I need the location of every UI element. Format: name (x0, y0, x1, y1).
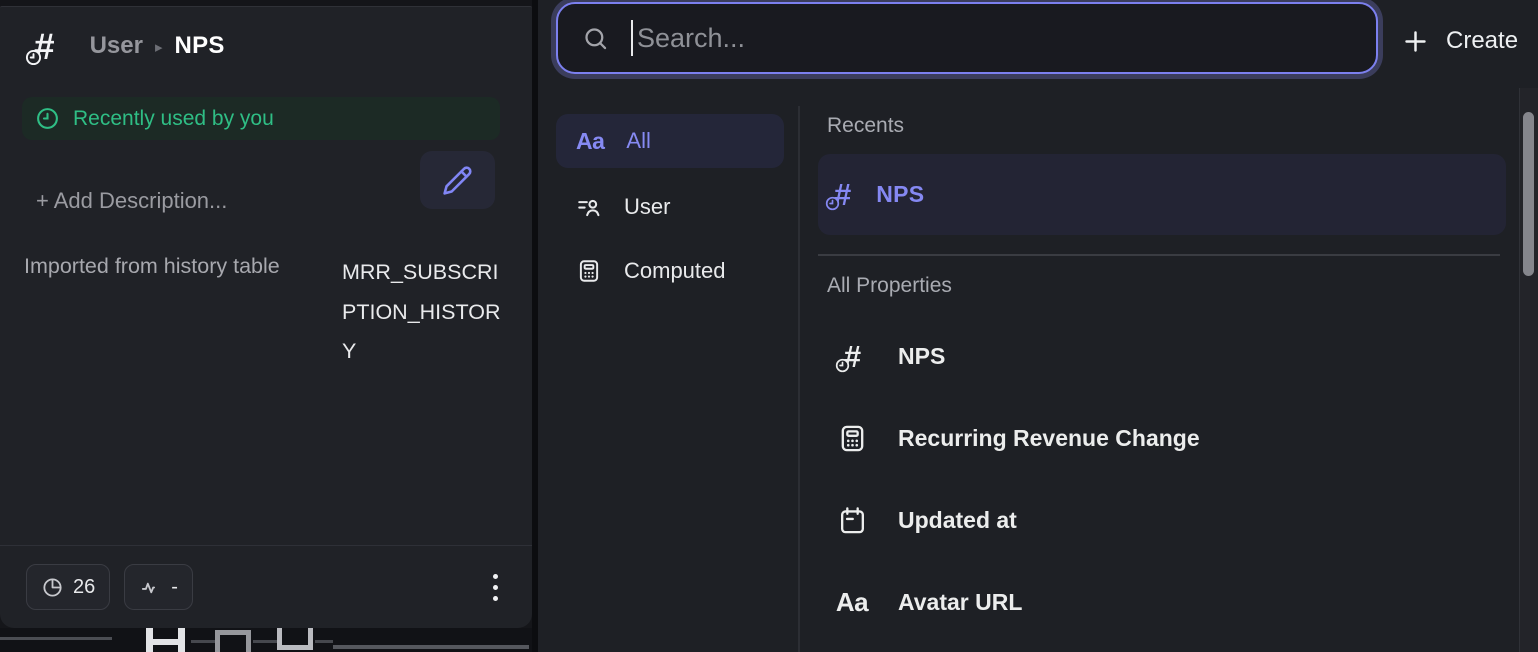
text-format-icon: Aa (576, 128, 604, 155)
user-list-icon (576, 194, 602, 220)
property-item-recurring-revenue-change[interactable]: Recurring Revenue Change (818, 397, 1506, 479)
clock-icon (35, 106, 60, 131)
property-item-label: Recurring Revenue Change (898, 425, 1200, 452)
tab-computed[interactable]: Computed (556, 244, 784, 298)
search-icon (582, 25, 609, 52)
pie-chart-icon (41, 576, 64, 599)
count-value: 26 (73, 576, 95, 599)
property-item-label: Avatar URL (898, 589, 1022, 616)
breadcrumb: User ▸ NPS (90, 32, 225, 60)
property-item-label: NPS (898, 343, 945, 370)
text-format-icon: Aa (836, 587, 868, 618)
tab-all[interactable]: Aa All (556, 114, 784, 168)
trend-chip[interactable]: - (124, 564, 193, 610)
number-property-time-icon: # (834, 179, 850, 210)
panel-header: # User ▸ NPS (34, 17, 225, 75)
scrollbar-thumb[interactable] (1523, 112, 1534, 276)
tab-label: Computed (624, 258, 726, 284)
page-title: NPS (174, 32, 224, 60)
property-item-label: Updated at (898, 507, 1017, 534)
trend-value: - (171, 576, 178, 599)
recently-used-badge: Recently used by you (22, 97, 500, 140)
plus-icon (1402, 28, 1429, 55)
breadcrumb-parent[interactable]: User (90, 32, 143, 60)
calculator-icon (576, 258, 602, 284)
property-item-avatar-url[interactable]: Aa Avatar URL (818, 561, 1506, 643)
tab-label: User (624, 194, 670, 220)
all-properties-section-title: All Properties (827, 274, 952, 298)
panel-footer: 26 - (0, 545, 532, 628)
edit-button[interactable] (420, 151, 495, 209)
recents-section-title: Recents (827, 114, 904, 138)
number-property-time-icon: # (34, 28, 54, 65)
create-label: Create (1446, 27, 1518, 55)
number-property-time-icon: # (844, 341, 860, 372)
property-item-nps[interactable]: # NPS (818, 315, 1506, 397)
import-source-label: Imported from history table (24, 254, 280, 279)
tab-user[interactable]: User (556, 180, 784, 234)
create-button[interactable]: Create (1402, 18, 1518, 64)
calendar-icon (837, 505, 868, 536)
tab-label: All (626, 128, 650, 154)
more-options-button[interactable] (485, 566, 506, 609)
search-input[interactable] (633, 4, 1376, 72)
clock-overlay-icon (835, 358, 850, 373)
property-detail-panel: # User ▸ NPS Recently used by you + Add … (0, 6, 532, 628)
import-source-table: MRR_SUBSCRIPTION_HISTORY (342, 253, 502, 372)
pencil-icon (442, 165, 473, 196)
list-divider-vertical (798, 106, 800, 652)
activity-icon (139, 576, 162, 599)
panel-divider (532, 0, 538, 652)
property-item-updated-at[interactable]: Updated at (818, 479, 1506, 561)
add-description-button[interactable]: + Add Description... (36, 188, 227, 214)
distribution-count-chip[interactable]: 26 (26, 564, 110, 610)
property-details-screen: # User ▸ NPS Recently used by you + Add … (0, 0, 1538, 652)
background-strip-top (0, 0, 532, 6)
search-bar (556, 2, 1378, 74)
recently-used-label: Recently used by you (73, 107, 274, 131)
recent-item-label: NPS (876, 181, 924, 208)
chevron-right-icon: ▸ (155, 38, 163, 56)
recent-item-nps[interactable]: # NPS (818, 154, 1506, 235)
background-table-fragment (0, 628, 532, 652)
clock-overlay-icon (25, 49, 42, 66)
calculator-icon (837, 423, 868, 454)
list-divider-horizontal (818, 254, 1500, 256)
clock-overlay-icon (825, 196, 840, 211)
